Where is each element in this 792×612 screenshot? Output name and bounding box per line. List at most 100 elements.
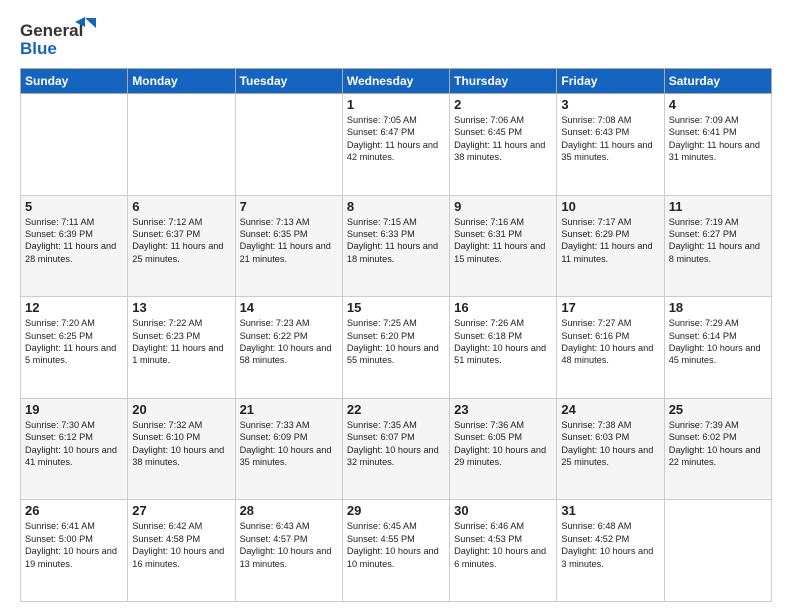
calendar-cell: 11 Sunrise: 7:19 AM Sunset: 6:27 PM Dayli…	[664, 195, 771, 297]
header-wednesday: Wednesday	[342, 69, 449, 94]
day-info: Sunrise: 7:39 AM Sunset: 6:02 PM Dayligh…	[669, 419, 767, 469]
header-thursday: Thursday	[450, 69, 557, 94]
week-row-1: 1 Sunrise: 7:05 AM Sunset: 6:47 PM Daylig…	[21, 94, 772, 196]
day-info: Sunrise: 7:11 AM Sunset: 6:39 PM Dayligh…	[25, 216, 123, 266]
day-number: 11	[669, 199, 767, 214]
day-info: Sunrise: 6:41 AM Sunset: 5:00 PM Dayligh…	[25, 520, 123, 570]
day-number: 18	[669, 300, 767, 315]
day-info: Sunrise: 7:17 AM Sunset: 6:29 PM Dayligh…	[561, 216, 659, 266]
calendar-cell: 14 Sunrise: 7:23 AM Sunset: 6:22 PM Dayli…	[235, 297, 342, 399]
header-sunday: Sunday	[21, 69, 128, 94]
week-row-5: 26 Sunrise: 6:41 AM Sunset: 5:00 PM Dayli…	[21, 500, 772, 602]
header-monday: Monday	[128, 69, 235, 94]
day-number: 25	[669, 402, 767, 417]
week-row-4: 19 Sunrise: 7:30 AM Sunset: 6:12 PM Dayli…	[21, 398, 772, 500]
day-info: Sunrise: 7:30 AM Sunset: 6:12 PM Dayligh…	[25, 419, 123, 469]
day-number: 23	[454, 402, 552, 417]
day-number: 2	[454, 97, 552, 112]
calendar-cell: 19 Sunrise: 7:30 AM Sunset: 6:12 PM Dayli…	[21, 398, 128, 500]
svg-text:General: General	[20, 21, 83, 40]
day-number: 19	[25, 402, 123, 417]
day-number: 17	[561, 300, 659, 315]
calendar-cell: 1 Sunrise: 7:05 AM Sunset: 6:47 PM Daylig…	[342, 94, 449, 196]
calendar-cell: 7 Sunrise: 7:13 AM Sunset: 6:35 PM Daylig…	[235, 195, 342, 297]
day-number: 1	[347, 97, 445, 112]
day-number: 29	[347, 503, 445, 518]
calendar-cell	[235, 94, 342, 196]
calendar-cell: 22 Sunrise: 7:35 AM Sunset: 6:07 PM Dayli…	[342, 398, 449, 500]
day-info: Sunrise: 7:13 AM Sunset: 6:35 PM Dayligh…	[240, 216, 338, 266]
day-number: 26	[25, 503, 123, 518]
calendar-cell: 24 Sunrise: 7:38 AM Sunset: 6:03 PM Dayli…	[557, 398, 664, 500]
calendar-cell: 18 Sunrise: 7:29 AM Sunset: 6:14 PM Dayli…	[664, 297, 771, 399]
day-info: Sunrise: 7:27 AM Sunset: 6:16 PM Dayligh…	[561, 317, 659, 367]
calendar-cell: 21Sunrise: 7:33 AM Sunset: 6:09 PM Dayli…	[235, 398, 342, 500]
calendar-cell: 15Sunrise: 7:25 AM Sunset: 6:20 PM Dayli…	[342, 297, 449, 399]
calendar-cell: 17 Sunrise: 7:27 AM Sunset: 6:16 PM Dayli…	[557, 297, 664, 399]
week-row-2: 5 Sunrise: 7:11 AM Sunset: 6:39 PM Daylig…	[21, 195, 772, 297]
logo: GeneralBlue	[20, 16, 102, 58]
day-number: 27	[132, 503, 230, 518]
day-info: Sunrise: 7:32 AM Sunset: 6:10 PM Dayligh…	[132, 419, 230, 469]
day-number: 30	[454, 503, 552, 518]
calendar: SundayMondayTuesdayWednesdayThursdayFrid…	[20, 68, 772, 602]
day-number: 31	[561, 503, 659, 518]
header-friday: Friday	[557, 69, 664, 94]
calendar-cell: 30Sunrise: 6:46 AM Sunset: 4:53 PM Dayli…	[450, 500, 557, 602]
day-info: Sunrise: 7:23 AM Sunset: 6:22 PM Dayligh…	[240, 317, 338, 367]
calendar-cell	[664, 500, 771, 602]
header: GeneralBlue	[20, 16, 772, 58]
day-info: Sunrise: 7:16 AM Sunset: 6:31 PM Dayligh…	[454, 216, 552, 266]
day-number: 21	[240, 402, 338, 417]
calendar-cell: 23 Sunrise: 7:36 AM Sunset: 6:05 PM Dayli…	[450, 398, 557, 500]
day-number: 13	[132, 300, 230, 315]
day-number: 24	[561, 402, 659, 417]
day-info: Sunrise: 6:48 AM Sunset: 4:52 PM Dayligh…	[561, 520, 659, 570]
calendar-cell: 10 Sunrise: 7:17 AM Sunset: 6:29 PM Dayli…	[557, 195, 664, 297]
calendar-cell: 29Sunrise: 6:45 AM Sunset: 4:55 PM Dayli…	[342, 500, 449, 602]
logo-svg: GeneralBlue	[20, 16, 102, 58]
calendar-cell: 27 Sunrise: 6:42 AM Sunset: 4:58 PM Dayli…	[128, 500, 235, 602]
day-info: Sunrise: 7:06 AM Sunset: 6:45 PM Dayligh…	[454, 114, 552, 164]
calendar-cell: 26 Sunrise: 6:41 AM Sunset: 5:00 PM Dayli…	[21, 500, 128, 602]
day-info: Sunrise: 7:12 AM Sunset: 6:37 PM Dayligh…	[132, 216, 230, 266]
day-number: 10	[561, 199, 659, 214]
day-number: 22	[347, 402, 445, 417]
calendar-cell	[128, 94, 235, 196]
calendar-cell: 5 Sunrise: 7:11 AM Sunset: 6:39 PM Daylig…	[21, 195, 128, 297]
day-number: 28	[240, 503, 338, 518]
calendar-cell: 4 Sunrise: 7:09 AM Sunset: 6:41 PM Daylig…	[664, 94, 771, 196]
day-info: Sunrise: 7:26 AM Sunset: 6:18 PM Dayligh…	[454, 317, 552, 367]
day-number: 8	[347, 199, 445, 214]
day-info: Sunrise: 7:35 AM Sunset: 6:07 PM Dayligh…	[347, 419, 445, 469]
calendar-cell: 28 Sunrise: 6:43 AM Sunset: 4:57 PM Dayli…	[235, 500, 342, 602]
day-info: Sunrise: 6:43 AM Sunset: 4:57 PM Dayligh…	[240, 520, 338, 570]
day-number: 20	[132, 402, 230, 417]
calendar-cell: 3Sunrise: 7:08 AM Sunset: 6:43 PM Daylig…	[557, 94, 664, 196]
day-number: 7	[240, 199, 338, 214]
calendar-cell: 6Sunrise: 7:12 AM Sunset: 6:37 PM Daylig…	[128, 195, 235, 297]
page: GeneralBlue SundayMondayTuesdayWednesday…	[0, 0, 792, 612]
day-info: Sunrise: 7:29 AM Sunset: 6:14 PM Dayligh…	[669, 317, 767, 367]
day-info: Sunrise: 7:05 AM Sunset: 6:47 PM Dayligh…	[347, 114, 445, 164]
calendar-cell: 13Sunrise: 7:22 AM Sunset: 6:23 PM Dayli…	[128, 297, 235, 399]
calendar-cell	[21, 94, 128, 196]
day-number: 9	[454, 199, 552, 214]
calendar-cell: 16Sunrise: 7:26 AM Sunset: 6:18 PM Dayli…	[450, 297, 557, 399]
day-info: Sunrise: 7:09 AM Sunset: 6:41 PM Dayligh…	[669, 114, 767, 164]
day-number: 15	[347, 300, 445, 315]
svg-text:Blue: Blue	[20, 39, 57, 58]
calendar-cell: 8Sunrise: 7:15 AM Sunset: 6:33 PM Daylig…	[342, 195, 449, 297]
day-number: 4	[669, 97, 767, 112]
day-number: 5	[25, 199, 123, 214]
day-info: Sunrise: 7:19 AM Sunset: 6:27 PM Dayligh…	[669, 216, 767, 266]
week-row-3: 12Sunrise: 7:20 AM Sunset: 6:25 PM Dayli…	[21, 297, 772, 399]
day-info: Sunrise: 7:36 AM Sunset: 6:05 PM Dayligh…	[454, 419, 552, 469]
day-info: Sunrise: 7:38 AM Sunset: 6:03 PM Dayligh…	[561, 419, 659, 469]
day-info: Sunrise: 6:42 AM Sunset: 4:58 PM Dayligh…	[132, 520, 230, 570]
day-info: Sunrise: 7:20 AM Sunset: 6:25 PM Dayligh…	[25, 317, 123, 367]
calendar-cell: 31 Sunrise: 6:48 AM Sunset: 4:52 PM Dayli…	[557, 500, 664, 602]
calendar-cell: 9 Sunrise: 7:16 AM Sunset: 6:31 PM Daylig…	[450, 195, 557, 297]
header-tuesday: Tuesday	[235, 69, 342, 94]
day-number: 14	[240, 300, 338, 315]
